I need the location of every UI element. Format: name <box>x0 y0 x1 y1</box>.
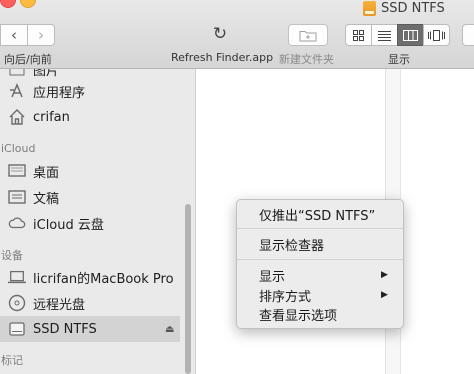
sidebar-scrollbar[interactable] <box>185 204 191 374</box>
eject-icon[interactable]: ⏏ <box>165 324 174 335</box>
back-button[interactable]: ‹ <box>0 24 27 46</box>
submenu-arrow-icon: ▶ <box>381 270 388 280</box>
sidebar-item-home[interactable]: crifan <box>0 104 180 130</box>
new-folder-icon <box>299 30 317 41</box>
menu-item-show-inspector[interactable]: 显示检查器 <box>237 234 403 254</box>
sidebar-item-icloud-drive[interactable]: iCloud 云盘 <box>0 210 180 236</box>
new-folder-button[interactable] <box>288 24 328 46</box>
menu-item-view-options[interactable]: 查看显示选项 <box>237 304 403 324</box>
toolbar: SSD NTFS ‹ › 向后/向前 ↻ Refresh Finder.app … <box>0 0 474 69</box>
menu-item-eject[interactable]: 仅推出“SSD NTFS” <box>237 204 403 224</box>
sidebar-item-label: 远程光盘 <box>33 297 86 313</box>
sidebar-item-desktop[interactable]: 桌面 <box>0 158 180 184</box>
sidebar-item-applications[interactable]: 应用程序 <box>0 78 180 104</box>
column-view-icon <box>403 29 418 41</box>
sidebar-item-label: 文稿 <box>33 191 60 207</box>
sidebar-item-label: crifan <box>33 109 70 125</box>
context-menu: 仅推出“SSD NTFS” 显示检查器 显示 ▶ 排序方式 ▶ 查看显示选项 <box>236 199 404 329</box>
back-forward-label: 向后/向前 <box>4 53 52 66</box>
sidebar-item-label: iCloud 云盘 <box>33 217 104 233</box>
icloud-icon <box>8 214 26 232</box>
sidebar-item-documents[interactable]: 文稿 <box>0 184 180 210</box>
icon-view-button[interactable] <box>345 24 371 46</box>
menu-item-label: 排序方式 <box>259 289 312 305</box>
menu-item-label: 仅推出“SSD NTFS” <box>259 208 376 224</box>
applications-icon <box>8 82 26 100</box>
column-view-button[interactable] <box>397 24 423 46</box>
laptop-icon <box>8 268 26 286</box>
forward-button[interactable]: › <box>27 24 55 46</box>
menu-item-sort-by[interactable]: 排序方式 ▶ <box>237 285 403 305</box>
home-icon <box>8 108 26 126</box>
sidebar-item-macbook[interactable]: licrifan的MacBook Pro <box>0 264 180 290</box>
list-view-icon <box>378 30 391 41</box>
view-mode-group <box>345 24 450 46</box>
menu-separator <box>237 259 403 260</box>
refresh-icon: ↻ <box>212 24 228 44</box>
back-forward-group: ‹ › <box>0 24 55 46</box>
pictures-icon <box>8 69 26 78</box>
view-label: 显示 <box>388 53 410 66</box>
menu-item-show[interactable]: 显示 ▶ <box>237 265 403 285</box>
close-window-button[interactable] <box>0 0 16 8</box>
submenu-arrow-icon: ▶ <box>381 290 388 300</box>
sidebar: 图片 应用程序 crifan iCloud 桌面 文稿 iCloud 云盘 设备… <box>0 69 196 374</box>
list-view-button[interactable] <box>371 24 397 46</box>
sidebar-header-devices: 设备 <box>1 249 23 262</box>
sidebar-item-label: 桌面 <box>33 165 60 181</box>
chevron-left-icon: ‹ <box>11 26 17 44</box>
window-title: SSD NTFS <box>363 0 445 16</box>
sidebar-item-ssd-ntfs[interactable]: SSD NTFS ⏏ <box>0 316 180 342</box>
icon-view-icon <box>353 29 364 41</box>
menu-item-label: 显示检查器 <box>259 238 325 254</box>
sidebar-item-remote-disc[interactable]: 远程光盘 <box>0 290 180 316</box>
minimize-window-button[interactable] <box>20 0 36 8</box>
sidebar-header-tags: 标记 <box>1 354 23 367</box>
chevron-right-icon: › <box>38 26 44 44</box>
new-folder-label: 新建文件夹 <box>279 53 334 66</box>
refresh-label: Refresh Finder.app <box>171 51 274 64</box>
window-title-text: SSD NTFS <box>381 0 445 16</box>
drive-icon <box>8 320 26 338</box>
desktop-icon <box>8 162 26 180</box>
drive-icon <box>363 0 376 16</box>
documents-icon <box>8 188 26 206</box>
refresh-button[interactable]: ↻ <box>208 22 232 46</box>
sidebar-item-label: licrifan的MacBook Pro <box>33 271 174 287</box>
menu-item-label: 查看显示选项 <box>259 308 338 324</box>
cover-flow-view-icon <box>428 29 445 41</box>
arrange-button[interactable] <box>462 24 474 46</box>
sidebar-header-icloud: iCloud <box>1 142 36 155</box>
disc-icon <box>8 294 26 312</box>
menu-separator <box>237 228 403 229</box>
menu-item-label: 显示 <box>259 269 286 285</box>
cover-flow-view-button[interactable] <box>423 24 450 46</box>
sidebar-item-label: SSD NTFS <box>33 321 97 337</box>
sidebar-item-label: 应用程序 <box>33 85 86 101</box>
